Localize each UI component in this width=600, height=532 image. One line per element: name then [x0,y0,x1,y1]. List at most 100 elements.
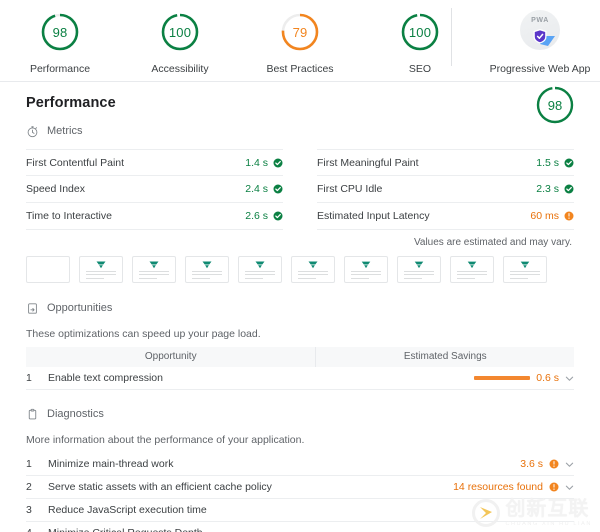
thumbnail-logo-icon [149,261,159,269]
gauge-seo[interactable]: 100 SEO [360,10,480,75]
diagnostic-row[interactable]: 1 Minimize main-thread work 3.6 s [26,453,574,476]
chevron-down-icon[interactable] [565,460,574,469]
filmstrip-frame [397,256,441,283]
savings-bar-track [452,376,531,380]
thumbnail-line [245,278,263,279]
metric-value: 2.6 s [245,210,268,222]
thumbnail-logo-icon [255,261,265,269]
performance-score-value: 98 [547,97,563,113]
diagnostic-row[interactable]: 4Minimize Critical Requests Depth [26,522,574,532]
gauge-best-practices[interactable]: 79 Best Practices [240,10,360,75]
row-index: 1 [26,458,32,470]
thumbnail-line [139,274,169,275]
filmstrip-frame [79,256,123,283]
metric-row[interactable]: Speed Index 2.4 s [26,176,283,203]
metric-row[interactable]: Time to Interactive 2.6 s [26,203,283,230]
gauge-performance[interactable]: 98 Performance [0,10,120,75]
thumbnail-line [86,278,104,279]
row-name: Minimize main-thread work [48,458,174,470]
opportunities-description: These optimizations can speed up your pa… [26,328,261,340]
warning-badge-icon [564,211,574,221]
thumbnail-line [510,271,540,272]
row-name: Reduce JavaScript execution time [48,504,207,516]
row-name: Serve static assets with an efficient ca… [48,481,272,493]
thumbnail-line [351,271,381,272]
row-status: 14 resources found [453,481,574,493]
score-ring: 100 [398,10,442,54]
metric-value: 1.5 s [536,156,559,169]
gauge-label: Best Practices [266,63,334,75]
thumbnail-line [192,271,222,272]
metric-value: 60 ms [530,210,559,222]
pass-badge-icon [564,158,574,167]
thumbnail-logo-icon [414,261,424,269]
score-ring: 100 [158,10,202,54]
metrics-title: Metrics [47,125,83,137]
savings-value: 0.6 s [536,372,559,384]
row-name: Minimize Critical Requests Depth [48,527,574,532]
metric-row[interactable]: Estimated Input Latency 60 ms [317,203,574,230]
row-index: 2 [26,481,32,493]
thumbnail-line [86,271,116,272]
metric-name: First Contentful Paint [26,156,125,169]
metric-name: First Meaningful Paint [317,156,419,169]
thumbnail-line [351,278,369,279]
thumbnail-line [351,274,381,275]
metrics-section-header: Metrics [26,120,574,142]
metrics-column-right: First Meaningful Paint 1.5 s First CPU Idl… [317,149,574,230]
row-status: 3.6 s [520,458,574,470]
pwa-badge-icon: PWA [518,10,562,54]
row-name: Enable text compression [48,372,163,384]
thumbnail-logo-icon [520,261,530,269]
thumbnail-line [404,271,434,272]
column-opportunity: Opportunity [26,347,317,367]
diagnostic-row[interactable]: 2 Serve static assets with an efficient c… [26,476,574,499]
thumbnail-line [245,274,275,275]
chevron-down-icon[interactable] [565,483,574,492]
metric-value: 1.4 s [245,156,268,169]
filmstrip-frame [132,256,176,283]
row-savings: 0.6 s [452,372,574,384]
diagnostics-rows: 1 Minimize main-thread work 3.6 s 2 Serve st… [26,453,574,532]
gauge-accessibility[interactable]: 100 Accessibility [120,10,240,75]
metric-row[interactable]: First CPU Idle 2.3 s [317,176,574,203]
metric-row[interactable]: First Meaningful Paint 1.5 s [317,149,574,176]
diagnostic-row[interactable]: 3 Reduce JavaScript execution time [26,499,574,522]
filmstrip-frame [185,256,229,283]
filmstrip-frame [291,256,335,283]
stopwatch-icon [27,125,38,137]
diagnostics-title: Diagnostics [47,408,104,420]
thumbnail-line [86,274,116,275]
row-index: 4 [26,527,48,532]
performance-header: Performance 98 [26,82,574,124]
pass-badge-icon [564,184,574,194]
diagnostic-value: 14 resources found [453,481,543,493]
filmstrip [26,256,574,283]
thumbnail-line [404,274,434,275]
thumbnail-line [298,271,328,272]
clipboard-icon [28,408,37,419]
metric-row[interactable]: First Contentful Paint 1.4 s [26,149,283,176]
page-title: Performance [26,95,116,111]
opportunity-row[interactable]: 1 Enable text compression 0.6 s [26,367,574,390]
thumbnail-logo-icon [96,261,106,269]
metric-name: Speed Index [26,183,85,195]
thumbnail-line [510,274,540,275]
score-gauges: 98 Performance 100 Accessibility 79 Best Prac… [0,0,600,82]
warning-badge-icon [549,482,559,492]
thumbnail-line [139,278,157,279]
metric-value: 2.4 s [245,183,268,195]
gauge-label: Progressive Web App [489,63,591,75]
filmstrip-frame [344,256,388,283]
estimated-note: Values are estimated and may vary. [413,237,572,248]
chevron-down-icon[interactable] [565,374,574,383]
metric-value: 2.3 s [536,183,559,195]
thumbnail-line [457,274,487,275]
thumbnail-line [457,271,487,272]
gauge-progressive-web-app[interactable]: PWA Progressive Web App [480,10,600,75]
metrics-grid: First Contentful Paint 1.4 s Speed Index 2.… [26,149,574,230]
thumbnail-logo-icon [308,261,318,269]
opportunities-title: Opportunities [47,302,113,314]
gauge-label: SEO [408,63,432,75]
score-value: 79 [292,24,308,40]
